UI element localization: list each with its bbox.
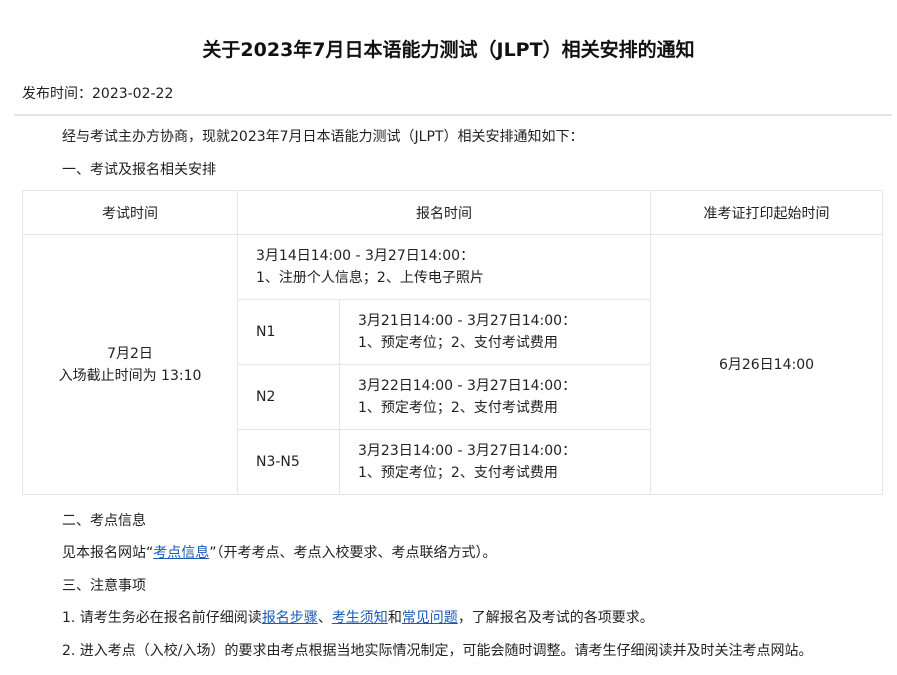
note1-prefix: 1. 请考生务必在报名前仔细阅读 [62, 610, 262, 626]
section2-text: 见本报名网站“考点信息”（开考考点、考点入校要求、考点联络方式）。 [62, 543, 497, 563]
intro-paragraph: 经与考试主办方协商，现就2023年7月日本语能力测试（JLPT）相关安排通知如下… [62, 129, 584, 145]
header-registration-time: 报名时间 [237, 190, 651, 235]
section3-title: 三、注意事项 [62, 578, 146, 594]
level-reg-desc: 1、预定考位；2、支付考试费用 [358, 465, 558, 481]
registration-steps-link[interactable]: 报名步骤 [262, 610, 318, 626]
note-1: 1. 请考生务必在报名前仔细阅读报名步骤、考生须知和常见问题，了解报名及考试的各… [62, 608, 654, 628]
level-label: N2 [237, 364, 340, 430]
level-label: N1 [237, 299, 340, 365]
exam-date: 7月2日 [107, 345, 153, 362]
level-label: N3-N5 [237, 429, 340, 495]
candidate-notice-link[interactable]: 考生须知 [332, 610, 388, 626]
print-start-cell: 6月26日14:00 [650, 234, 883, 495]
table-header-row: 考试时间 报名时间 准考证打印起始时间 [22, 190, 883, 235]
section1-title: 一、考试及报名相关安排 [62, 162, 216, 178]
header-print-time: 准考证打印起始时间 [650, 190, 883, 235]
level-registration-cell: 3月21日14:00 - 3月27日14:00： 1、预定考位；2、支付考试费用 [339, 299, 651, 365]
note1-sep2: 和 [387, 610, 402, 626]
section2-title: 二、考点信息 [62, 513, 146, 529]
note1-suffix: ，了解报名及考试的各项要求。 [457, 610, 654, 626]
note-2: 2. 进入考点（入校/入场）的要求由考点根据当地实际情况制定，可能会随时调整。请… [62, 643, 813, 659]
schedule-table: 考试时间 报名时间 准考证打印起始时间 7月2日 入场截止时间为 13:10 3… [22, 190, 883, 495]
first-registration-cell: 3月14日14:00 - 3月27日14:00： 1、注册个人信息；2、上传电子… [237, 234, 651, 300]
publish-info: 发布时间：2023-02-22 [22, 84, 173, 104]
level-reg-time: 3月23日14:00 - 3月27日14:00： [358, 443, 577, 459]
level-registration-cell: 3月23日14:00 - 3月27日14:00： 1、预定考位；2、支付考试费用 [339, 429, 651, 495]
publish-label: 发布时间： [22, 86, 92, 102]
table-row: 7月2日 入场截止时间为 13:10 3月14日14:00 - 3月27日14:… [22, 234, 883, 495]
level-reg-desc: 1、预定考位；2、支付考试费用 [358, 335, 558, 351]
exam-site-info-link[interactable]: 考点信息 [153, 545, 209, 561]
first-reg-desc: 1、注册个人信息；2、上传电子照片 [256, 270, 484, 286]
section2-prefix: 见本报名网站“ [62, 545, 154, 561]
level-reg-desc: 1、预定考位；2、支付考试费用 [358, 400, 558, 416]
note1-sep1: 、 [317, 610, 332, 626]
page-title: 关于2023年7月日本语能力测试（JLPT）相关安排的通知 [202, 39, 695, 61]
header-exam-time: 考试时间 [22, 190, 238, 235]
level-reg-time: 3月22日14:00 - 3月27日14:00： [358, 378, 577, 394]
level-registration-cell: 3月22日14:00 - 3月27日14:00： 1、预定考位；2、支付考试费用 [339, 364, 651, 430]
title-divider [14, 114, 892, 116]
first-reg-time: 3月14日14:00 - 3月27日14:00： [256, 248, 475, 264]
exam-date-cell: 7月2日 入场截止时间为 13:10 [22, 234, 238, 495]
exam-cutoff: 入场截止时间为 13:10 [58, 367, 202, 384]
faq-link[interactable]: 常见问题 [402, 610, 458, 626]
publish-date: 2023-02-22 [92, 86, 174, 102]
section2-suffix: ”（开考考点、考点入校要求、考点联络方式）。 [209, 545, 497, 561]
level-reg-time: 3月21日14:00 - 3月27日14:00： [358, 313, 577, 329]
